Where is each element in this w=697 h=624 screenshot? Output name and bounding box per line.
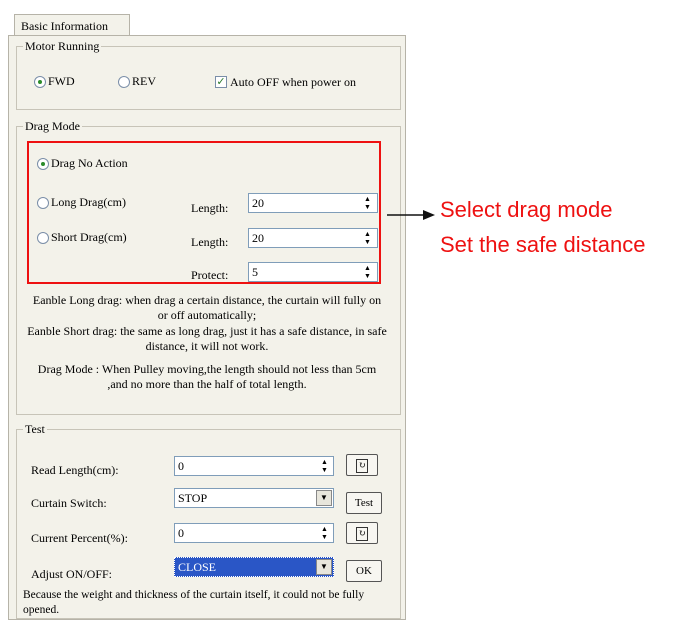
- annotation-set-safe-distance: Set the safe distance: [440, 232, 646, 257]
- tab-basic-information[interactable]: Basic Information: [14, 14, 130, 36]
- read-length-stepper[interactable]: ▲ ▼: [318, 457, 331, 475]
- test-group: Test Read Length(cm): 0 ▲ ▼ ↻ Curtain Swi…: [16, 422, 401, 619]
- ok-button[interactable]: OK: [346, 560, 382, 582]
- read-length-refresh-button[interactable]: ↻: [346, 454, 378, 476]
- curtain-switch-select[interactable]: STOP: [174, 488, 334, 508]
- current-percent-label: Current Percent(%):: [31, 531, 128, 545]
- auto-off-checkbox[interactable]: ✓: [215, 76, 227, 88]
- refresh-icon: ↻: [356, 527, 368, 541]
- drag-mode-highlight-box: [27, 141, 381, 284]
- refresh-icon: ↻: [356, 459, 368, 473]
- adjust-select[interactable]: CLOSE: [174, 557, 334, 577]
- curtain-switch-label: Curtain Switch:: [31, 496, 107, 510]
- adjust-label: Adjust ON/OFF:: [31, 567, 113, 581]
- fwd-label: FWD: [48, 74, 75, 88]
- long-drag-description: Eanble Long drag: when drag a certain di…: [32, 293, 382, 322]
- annotation-arrow: [387, 210, 435, 220]
- test-legend: Test: [23, 422, 47, 437]
- test-button[interactable]: Test: [346, 492, 382, 514]
- auto-off-label: Auto OFF when power on: [230, 75, 356, 89]
- drag-mode-note: Drag Mode : When Pulley moving,the lengt…: [37, 362, 377, 391]
- motor-running-legend: Motor Running: [23, 39, 102, 54]
- read-length-input[interactable]: 0: [174, 456, 334, 476]
- read-length-label: Read Length(cm):: [31, 463, 119, 477]
- fwd-radio[interactable]: [34, 76, 46, 88]
- drag-mode-legend: Drag Mode: [23, 119, 82, 134]
- settings-panel: Motor Running FWD REV ✓ Auto OFF when po…: [8, 35, 406, 620]
- motor-running-group: Motor Running FWD REV ✓ Auto OFF when po…: [16, 39, 401, 110]
- test-note: Because the weight and thickness of the …: [23, 589, 365, 616]
- current-percent-input[interactable]: 0: [174, 523, 334, 543]
- current-percent-stepper[interactable]: ▲ ▼: [318, 524, 331, 542]
- curtain-switch-dropdown-icon[interactable]: ▼: [316, 490, 332, 506]
- current-percent-refresh-button[interactable]: ↻: [346, 522, 378, 544]
- adjust-dropdown-icon[interactable]: ▼: [316, 559, 332, 575]
- rev-label: REV: [132, 74, 156, 88]
- short-drag-description: Eanble Short drag: the same as long drag…: [27, 324, 387, 353]
- rev-radio[interactable]: [118, 76, 130, 88]
- annotation-select-drag-mode: Select drag mode: [440, 197, 613, 222]
